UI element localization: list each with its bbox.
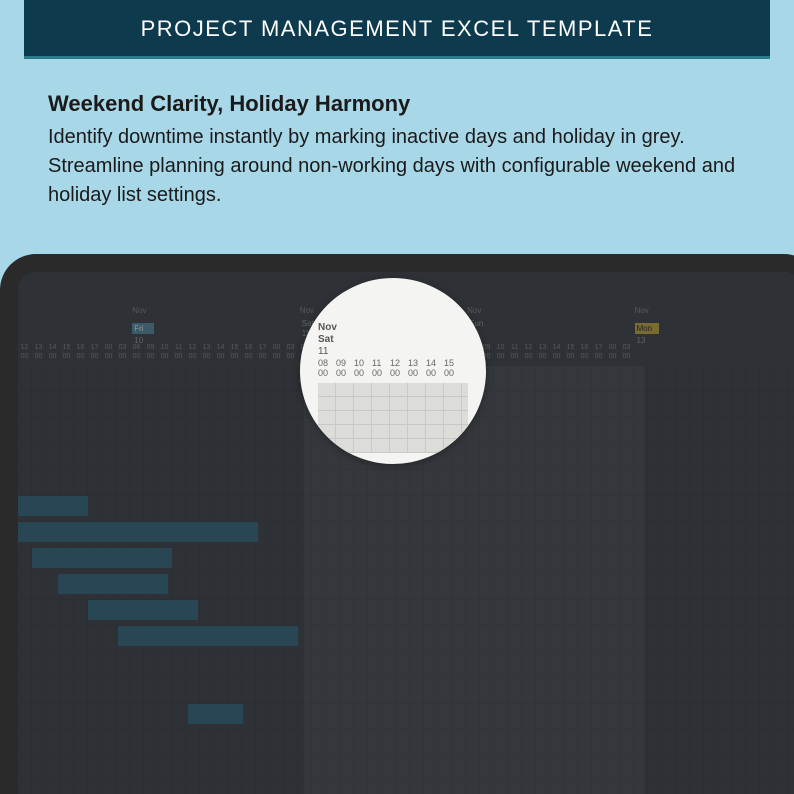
date-num: 12	[467, 329, 634, 338]
hour-cell: 1300	[32, 342, 46, 360]
dow-label-sun: Sun	[467, 318, 634, 329]
hour-cell: 1600	[242, 342, 256, 360]
gantt-bar[interactable]	[32, 548, 172, 568]
month-label: Nov	[467, 306, 481, 315]
hour-cell: 1400	[550, 342, 564, 360]
dow-label-mon: Mon	[635, 323, 659, 334]
gantt-bar[interactable]	[188, 704, 243, 724]
header-banner: PROJECT MANAGEMENT EXCEL TEMPLATE	[24, 0, 770, 59]
gantt-bar[interactable]	[118, 626, 298, 646]
hour-cell: 1600	[578, 342, 592, 360]
hour-cell: 0000	[102, 342, 116, 360]
hour-cell: 1700	[256, 342, 270, 360]
spotlight-hours: 08000900100011001200130014001500	[318, 359, 468, 379]
gantt-bar[interactable]	[88, 600, 198, 620]
spotlight-hour-cell: 1300	[408, 359, 426, 379]
hour-cell: 1700	[88, 342, 102, 360]
hour-cell: 0900	[144, 342, 158, 360]
description-title: Weekend Clarity, Holiday Harmony	[48, 91, 746, 117]
spotlight-circle: Nov Sat 11 08000900100011001200130014001…	[300, 278, 486, 464]
gantt-bar[interactable]	[58, 574, 168, 594]
spotlight-hour-cell: 0800	[318, 359, 336, 379]
month-label: Nov	[300, 306, 314, 315]
device-frame: Nov Fri 10 Nov Sat 11 Nov Sun 12 Nov Mon…	[0, 254, 794, 794]
hour-cell: 1400	[214, 342, 228, 360]
hour-cell: 1100	[172, 342, 186, 360]
description-block: Weekend Clarity, Holiday Harmony Identif…	[0, 59, 794, 230]
hour-cell: 1300	[536, 342, 550, 360]
hour-cell: 1000	[158, 342, 172, 360]
spotlight-hour-cell: 1100	[372, 359, 390, 379]
gantt-bar[interactable]	[18, 522, 258, 542]
hour-cell: 1100	[508, 342, 522, 360]
header-title: PROJECT MANAGEMENT EXCEL TEMPLATE	[141, 16, 654, 41]
hour-cell: 1500	[228, 342, 242, 360]
gantt-bar[interactable]	[18, 496, 88, 516]
hour-cell: 1600	[74, 342, 88, 360]
hour-cell: 0000	[606, 342, 620, 360]
spotlight-grid	[318, 383, 468, 453]
month-label: Nov	[635, 306, 649, 315]
spotlight-dow: Sat	[318, 334, 468, 345]
hour-cell: 1500	[60, 342, 74, 360]
hour-cell: 0600	[130, 342, 144, 360]
hour-cell: 0300	[284, 342, 298, 360]
month-label: Nov	[132, 306, 146, 315]
hour-cell: 1200	[18, 342, 32, 360]
spotlight-date: 11	[318, 346, 468, 357]
gantt-screen: Nov Fri 10 Nov Sat 11 Nov Sun 12 Nov Mon…	[18, 272, 794, 794]
hour-cell: 1700	[592, 342, 606, 360]
spotlight-hour-cell: 0900	[336, 359, 354, 379]
hour-cell: 0300	[116, 342, 130, 360]
hour-cell: 0300	[620, 342, 634, 360]
hour-cell: 1300	[200, 342, 214, 360]
spotlight-hour-cell: 1200	[390, 359, 408, 379]
spotlight-hour-cell: 1000	[354, 359, 372, 379]
spotlight-hour-cell: 1500	[444, 359, 462, 379]
hour-cell: 1000	[494, 342, 508, 360]
hour-cell: 0000	[270, 342, 284, 360]
hour-cell: 1200	[522, 342, 536, 360]
hour-cell: 1500	[564, 342, 578, 360]
hour-cell: 1400	[46, 342, 60, 360]
hour-cell: 1200	[186, 342, 200, 360]
spotlight-month: Nov	[318, 322, 468, 333]
spotlight-hour-cell: 1400	[426, 359, 444, 379]
description-text: Identify downtime instantly by marking i…	[48, 123, 746, 210]
dow-label-fri: Fri	[132, 323, 154, 334]
